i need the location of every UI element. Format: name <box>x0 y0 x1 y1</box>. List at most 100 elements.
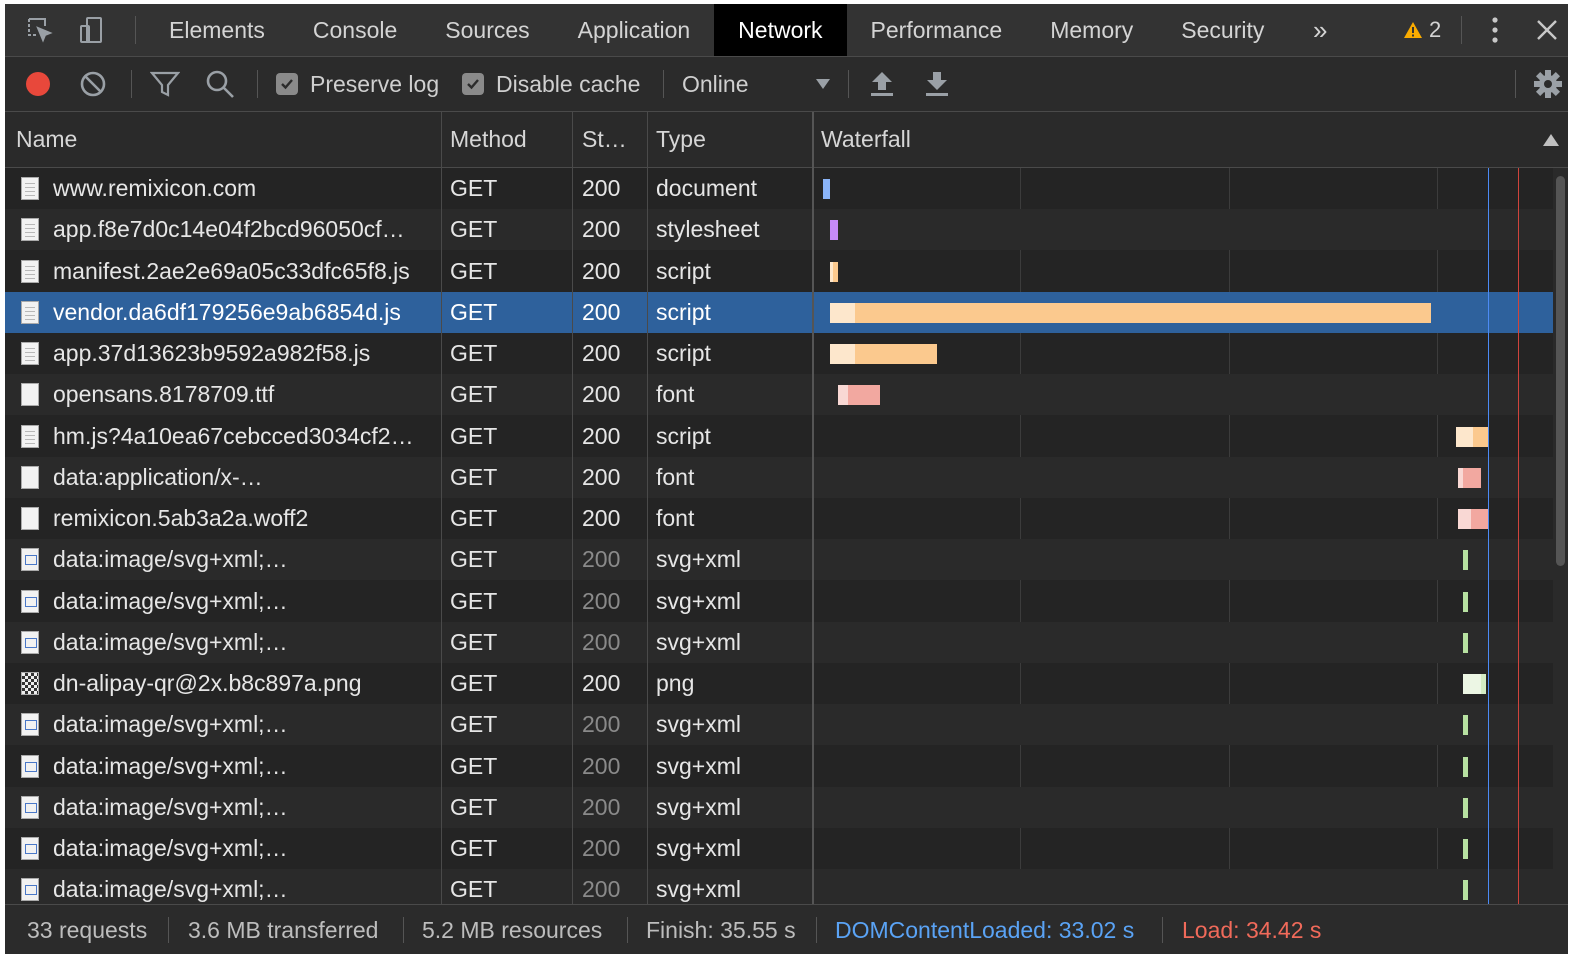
clear-button[interactable] <box>79 57 107 111</box>
table-row[interactable]: hm.js?4a10ea67cebcced3034cf2… GET 200 scrip… <box>5 416 1553 457</box>
request-type: svg+xml <box>656 587 741 614</box>
request-method: GET <box>450 257 498 284</box>
request-type: svg+xml <box>656 835 741 861</box>
sort-ascending-icon[interactable] <box>1543 112 1559 167</box>
tab-sources[interactable]: Sources <box>421 4 553 56</box>
column-header-waterfall[interactable]: Waterfall <box>821 112 911 167</box>
table-row[interactable]: app.f8e7d0c14e04f2bcd96050cf… GET 200 style… <box>5 209 1553 251</box>
document-file-icon <box>21 218 39 242</box>
table-row[interactable]: data:image/svg+xml;… GET 200 svg+xml <box>5 581 1553 622</box>
table-row[interactable]: data:image/svg+xml;… GET 200 svg+xml <box>5 704 1553 746</box>
preserve-log-checkbox[interactable]: Preserve log <box>276 57 439 111</box>
import-har-button[interactable] <box>870 57 894 111</box>
inspect-element-icon[interactable] <box>23 14 57 46</box>
tab-performance[interactable]: Performance <box>847 4 1027 56</box>
record-button[interactable] <box>25 57 51 111</box>
dropdown-arrow-icon <box>816 79 830 89</box>
search-button[interactable] <box>205 57 235 111</box>
more-tabs-button[interactable]: » <box>1313 4 1327 56</box>
divider <box>1461 16 1462 44</box>
request-status: 200 <box>582 876 621 903</box>
column-header-type[interactable]: Type <box>656 112 706 167</box>
warnings-counter[interactable]: 2 <box>1403 4 1441 56</box>
tab-elements[interactable]: Elements <box>145 4 289 56</box>
waterfall-bar <box>1463 756 1469 777</box>
blank-file-icon <box>21 465 39 489</box>
request-name: vendor.da6df179256e9ab6854d.js <box>53 298 401 325</box>
resources-size: 5.2 MB resources <box>422 916 603 943</box>
request-name: data:image/svg+xml;… <box>53 546 288 573</box>
request-method: GET <box>450 463 498 490</box>
waterfall-bar <box>1463 839 1469 859</box>
filter-button[interactable] <box>150 57 180 111</box>
request-status: 200 <box>582 381 621 408</box>
blank-file-icon <box>21 383 39 407</box>
request-name: dn-alipay-qr@2x.b8c897a.png <box>53 670 362 696</box>
table-row[interactable]: data:image/svg+xml;… GET 200 svg+xml <box>5 746 1553 787</box>
column-header-method[interactable]: Method <box>450 112 527 167</box>
request-method: GET <box>450 340 498 366</box>
tab-network[interactable]: Network <box>714 4 847 56</box>
divider <box>257 70 258 98</box>
table-row[interactable]: data:image/svg+xml;… GET 200 svg+xml <box>5 621 1553 663</box>
request-status: 200 <box>582 587 621 614</box>
request-method: GET <box>450 711 498 738</box>
table-row[interactable]: www.remixicon.com GET 200 document <box>5 168 1553 209</box>
request-name: www.remixicon.com <box>53 175 257 201</box>
table-row[interactable]: data:image/svg+xml;… GET 200 svg+xml <box>5 869 1553 904</box>
waterfall-wait-segment <box>1455 426 1474 447</box>
table-row[interactable]: data:image/svg+xml;… GET 200 svg+xml <box>5 786 1553 828</box>
request-name: remixicon.5ab3a2a.woff2 <box>53 505 309 531</box>
waterfall-bar <box>837 385 880 406</box>
request-method: GET <box>450 505 498 531</box>
throttling-select[interactable]: Online <box>682 57 830 111</box>
request-method: GET <box>450 546 498 573</box>
table-row[interactable]: data:image/svg+xml;… GET 200 svg+xml <box>5 828 1553 869</box>
table-row[interactable]: dn-alipay-qr@2x.b8c897a.png GET 200 png <box>5 663 1553 704</box>
table-row[interactable]: manifest.2ae2e69a05c33dfc65f8.js GET 200 sc… <box>5 251 1553 292</box>
request-type: svg+xml <box>656 752 741 779</box>
svg-image-icon <box>21 548 39 572</box>
upload-icon <box>871 72 893 96</box>
divider <box>663 70 664 98</box>
disable-cache-label: Disable cache <box>496 70 641 97</box>
finish-time: Finish: 35.55 s <box>646 916 796 943</box>
waterfall-wait-segment <box>1458 467 1464 488</box>
tab-console[interactable]: Console <box>289 4 421 56</box>
request-method: GET <box>450 175 498 201</box>
preserve-log-label: Preserve log <box>310 70 440 97</box>
tab-application[interactable]: Application <box>554 4 715 56</box>
export-har-button[interactable] <box>925 57 949 111</box>
waterfall-bar <box>830 261 838 282</box>
table-row[interactable]: app.37d13623b9592a982f58.js GET 200 script <box>5 333 1553 374</box>
table-row[interactable]: vendor.da6df179256e9ab6854d.js GET 200 scri… <box>5 291 1553 333</box>
column-divider <box>812 112 814 904</box>
tab-security[interactable]: Security <box>1157 4 1288 56</box>
tab-memory[interactable]: Memory <box>1026 4 1157 56</box>
checkbox-checked-icon <box>276 73 298 95</box>
filter-icon <box>150 71 180 97</box>
scrollbar-thumb[interactable] <box>1556 176 1565 566</box>
customize-menu-icon[interactable] <box>1483 14 1507 46</box>
network-summary-bar: 33 requests 3.6 MB transferred 5.2 MB re… <box>5 904 1568 954</box>
table-row[interactable]: remixicon.5ab3a2a.woff2 GET 200 font <box>5 498 1553 539</box>
column-header-name[interactable]: Name <box>16 112 77 167</box>
disable-cache-checkbox[interactable]: Disable cache <box>462 57 640 111</box>
gear-icon <box>1534 70 1562 98</box>
device-toolbar-icon[interactable] <box>75 14 109 46</box>
table-row[interactable]: data:application/x-… GET 200 font <box>5 456 1553 498</box>
request-method: GET <box>450 628 498 655</box>
column-header-status[interactable]: St… <box>582 112 627 167</box>
load-time: Load: 34.42 s <box>1182 916 1322 943</box>
close-icon[interactable] <box>1529 12 1565 48</box>
vertical-scrollbar[interactable] <box>1553 168 1568 904</box>
table-row[interactable]: opensans.8178709.ttf GET 200 font <box>5 374 1553 416</box>
request-status: 200 <box>582 711 621 738</box>
svg-image-icon <box>21 837 39 860</box>
network-settings-button[interactable] <box>1533 57 1563 111</box>
request-method: GET <box>450 381 498 408</box>
table-row[interactable]: data:image/svg+xml;… GET 200 svg+xml <box>5 539 1553 581</box>
request-type: svg+xml <box>656 628 741 655</box>
waterfall-wait-segment <box>830 261 833 282</box>
search-icon <box>206 70 234 98</box>
